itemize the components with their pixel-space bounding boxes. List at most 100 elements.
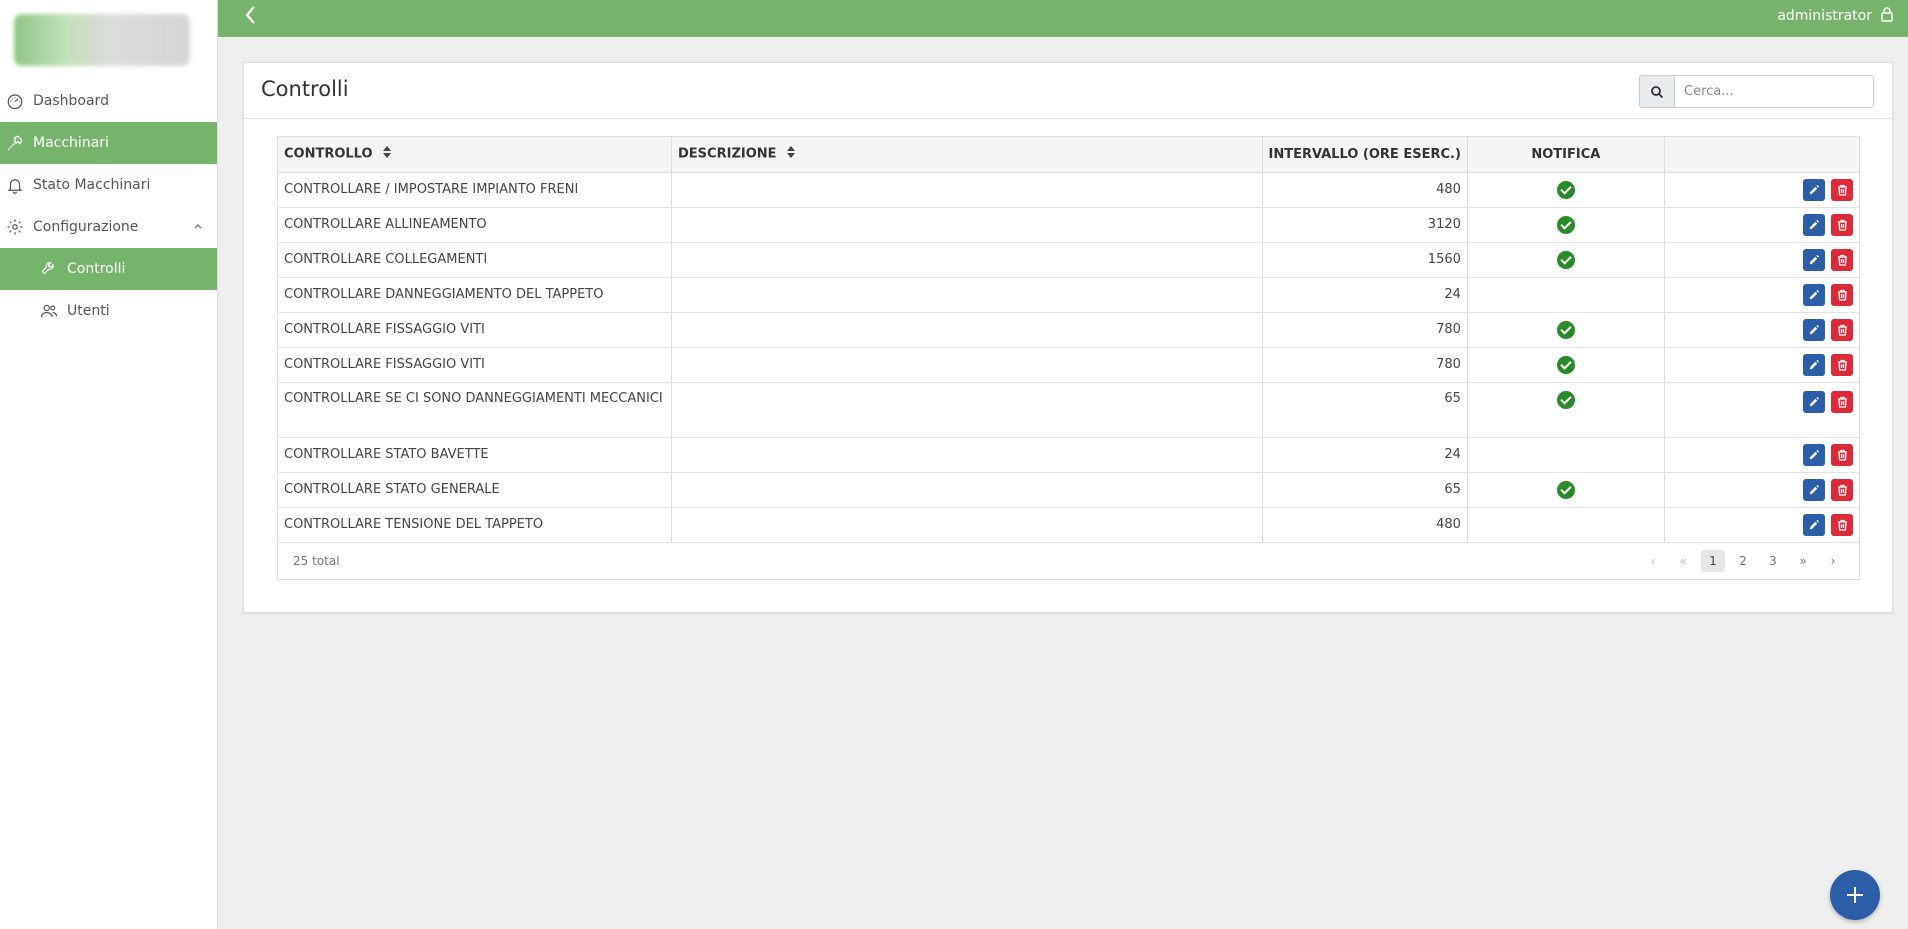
sidebar-item-dashboard[interactable]: Dashboard bbox=[0, 80, 217, 122]
cell-descrizione bbox=[671, 242, 1263, 278]
delete-button[interactable] bbox=[1831, 178, 1853, 201]
pager-page-2[interactable]: 2 bbox=[1731, 550, 1755, 572]
delete-button[interactable] bbox=[1831, 283, 1853, 306]
column-header-actions bbox=[1664, 137, 1859, 173]
sidebar-item-stato-macchinari[interactable]: Stato Macchinari bbox=[0, 164, 217, 206]
users-icon bbox=[38, 300, 60, 322]
chevron-up-icon bbox=[193, 219, 203, 235]
cell-actions bbox=[1664, 242, 1859, 278]
column-header-controllo[interactable]: CONTROLLO bbox=[278, 137, 673, 173]
table-row: CONTROLLARE DANNEGGIAMENTO DEL TAPPETO 24 bbox=[278, 277, 1859, 313]
delete-button[interactable] bbox=[1831, 353, 1853, 376]
check-circle-icon bbox=[1556, 480, 1575, 499]
pager-prev[interactable]: « bbox=[1671, 550, 1695, 572]
pager-first[interactable]: ‹ bbox=[1641, 550, 1665, 572]
pager-page-1[interactable]: 1 bbox=[1701, 549, 1725, 572]
table-header-row: CONTROLLO DESCRIZIONE INTERVALLO (ORE ES… bbox=[278, 137, 1859, 173]
cell-intervallo: 780 bbox=[1262, 312, 1468, 348]
cell-descrizione bbox=[671, 347, 1263, 383]
plus-icon bbox=[1847, 887, 1863, 903]
sidebar-item-macchinari[interactable]: Macchinari bbox=[0, 122, 217, 164]
table-body: CONTROLLARE / IMPOSTARE IMPIANTO FRENI 48… bbox=[278, 172, 1859, 543]
edit-button[interactable] bbox=[1803, 390, 1825, 413]
pagination: ‹ « 1 2 3 » › bbox=[1635, 549, 1845, 572]
search-input[interactable] bbox=[1675, 76, 1873, 107]
pencil-icon bbox=[1809, 359, 1819, 370]
back-arrow-icon[interactable] bbox=[240, 4, 262, 26]
total-count: 25 total bbox=[293, 553, 340, 568]
cell-controllo: CONTROLLARE STATO GENERALE bbox=[278, 472, 673, 508]
pencil-icon bbox=[1809, 324, 1819, 335]
username: administrator bbox=[1777, 8, 1872, 24]
table-row: CONTROLLARE STATO BAVETTE 24 bbox=[278, 437, 1859, 473]
pager-last[interactable]: › bbox=[1821, 550, 1845, 572]
cell-controllo: CONTROLLARE STATO BAVETTE bbox=[278, 437, 673, 473]
controlli-table-container: CONTROLLO DESCRIZIONE INTERVALLO (ORE ES… bbox=[277, 136, 1860, 580]
edit-button[interactable] bbox=[1803, 178, 1825, 201]
cell-notifica bbox=[1467, 312, 1665, 348]
pager-next[interactable]: » bbox=[1791, 550, 1815, 572]
lock-icon bbox=[1880, 6, 1894, 26]
trash-icon bbox=[1837, 219, 1847, 231]
bell-icon bbox=[4, 174, 26, 196]
logo[interactable] bbox=[0, 0, 217, 80]
cell-notifica bbox=[1467, 242, 1665, 278]
cell-actions bbox=[1664, 312, 1859, 348]
cell-controllo: CONTROLLARE / IMPOSTARE IMPIANTO FRENI bbox=[278, 172, 673, 208]
gear-icon bbox=[4, 216, 26, 238]
cell-descrizione bbox=[671, 507, 1263, 543]
cell-notifica bbox=[1467, 172, 1665, 208]
user-menu[interactable]: administrator bbox=[1777, 6, 1894, 26]
cell-actions bbox=[1664, 507, 1859, 543]
cell-actions bbox=[1664, 382, 1859, 438]
cell-controllo: CONTROLLARE COLLEGAMENTI bbox=[278, 242, 673, 278]
edit-button[interactable] bbox=[1803, 478, 1825, 501]
cell-actions bbox=[1664, 347, 1859, 383]
check-circle-icon bbox=[1556, 215, 1575, 234]
trash-icon bbox=[1837, 449, 1847, 461]
check-circle-icon bbox=[1556, 180, 1575, 199]
cell-notifica bbox=[1467, 382, 1665, 438]
edit-button[interactable] bbox=[1803, 353, 1825, 376]
edit-button[interactable] bbox=[1803, 513, 1825, 536]
trash-icon bbox=[1837, 254, 1847, 266]
delete-button[interactable] bbox=[1831, 248, 1853, 271]
check-circle-icon bbox=[1556, 320, 1575, 339]
delete-button[interactable] bbox=[1831, 390, 1853, 413]
column-header-intervallo: INTERVALLO (ORE ESERC.) bbox=[1262, 137, 1468, 173]
cell-notifica bbox=[1467, 277, 1665, 313]
check-circle-icon bbox=[1556, 250, 1575, 269]
column-header-descrizione[interactable]: DESCRIZIONE bbox=[671, 137, 1263, 173]
hammer-icon bbox=[4, 132, 26, 154]
search-icon[interactable] bbox=[1640, 76, 1675, 107]
pencil-icon bbox=[1809, 219, 1819, 230]
delete-button[interactable] bbox=[1831, 478, 1853, 501]
delete-button[interactable] bbox=[1831, 513, 1853, 536]
edit-button[interactable] bbox=[1803, 213, 1825, 236]
column-header-notifica: NOTIFICA bbox=[1467, 137, 1665, 173]
cell-intervallo: 3120 bbox=[1262, 207, 1468, 243]
check-circle-icon bbox=[1556, 355, 1575, 374]
add-button[interactable] bbox=[1830, 870, 1880, 920]
sidebar-item-controlli[interactable]: Controlli bbox=[0, 248, 217, 290]
delete-button[interactable] bbox=[1831, 318, 1853, 341]
table-row: CONTROLLARE FISSAGGIO VITI 780 bbox=[278, 312, 1859, 348]
sidebar-item-label: Stato Macchinari bbox=[33, 177, 151, 193]
pager-page-3[interactable]: 3 bbox=[1761, 550, 1785, 572]
delete-button[interactable] bbox=[1831, 213, 1853, 236]
cell-intervallo: 24 bbox=[1262, 277, 1468, 313]
edit-button[interactable] bbox=[1803, 283, 1825, 306]
cell-controllo: CONTROLLARE ALLINEAMENTO bbox=[278, 207, 673, 243]
trash-icon bbox=[1837, 484, 1847, 496]
cell-descrizione bbox=[671, 172, 1263, 208]
edit-button[interactable] bbox=[1803, 443, 1825, 466]
sidebar-item-utenti[interactable]: Utenti bbox=[0, 290, 217, 332]
delete-button[interactable] bbox=[1831, 443, 1853, 466]
sidebar-item-configurazione[interactable]: Configurazione bbox=[0, 206, 217, 248]
cell-controllo: CONTROLLARE FISSAGGIO VITI bbox=[278, 347, 673, 383]
edit-button[interactable] bbox=[1803, 318, 1825, 341]
pencil-icon bbox=[1809, 184, 1819, 195]
edit-button[interactable] bbox=[1803, 248, 1825, 271]
sidebar-item-label: Macchinari bbox=[33, 135, 109, 151]
sidebar-item-label: Controlli bbox=[67, 261, 126, 277]
